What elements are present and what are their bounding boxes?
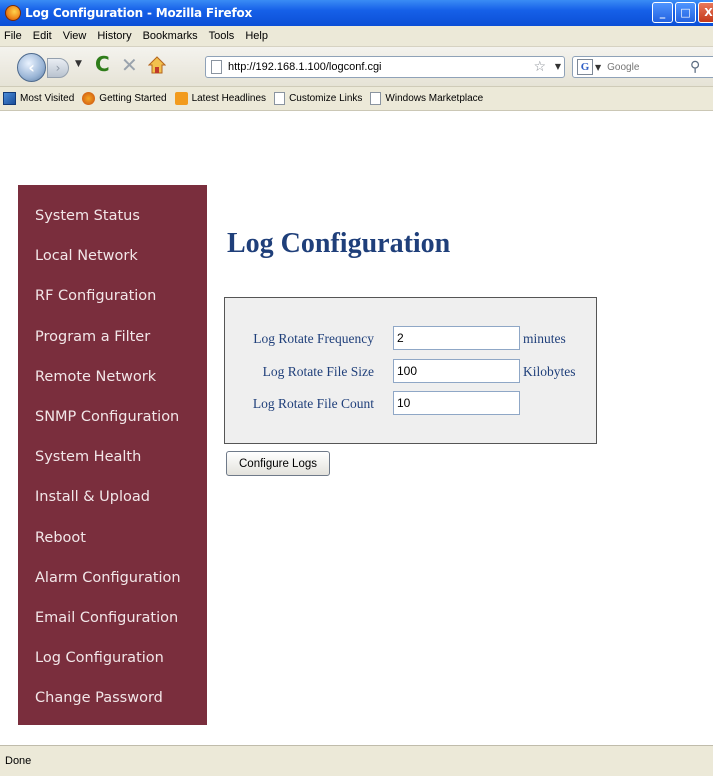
url-input[interactable] xyxy=(228,61,498,73)
page-icon xyxy=(274,92,286,105)
bookmark-latest-headlines[interactable]: Latest Headlines xyxy=(174,92,267,105)
sidebar-item-snmp-configuration[interactable]: SNMP Configuration xyxy=(18,404,207,444)
file-count-input[interactable] xyxy=(393,391,520,415)
window-controls: _ □ X xyxy=(652,2,713,23)
menu-view[interactable]: View xyxy=(63,30,87,42)
navigation-toolbar: ‹ › ▼ C ✕ ☆ ▼ G ▼ ⚲ xyxy=(0,47,713,87)
page-title: Log Configuration xyxy=(227,228,451,259)
address-bar[interactable]: ☆ ▼ xyxy=(205,56,565,78)
forward-button[interactable]: › xyxy=(47,58,69,78)
menu-help[interactable]: Help xyxy=(245,30,268,42)
field-row-file-size: Log Rotate File Size Kilobytes xyxy=(225,359,596,385)
sidebar-item-rf-configuration[interactable]: RF Configuration xyxy=(18,283,207,323)
sidebar-item-program-a-filter[interactable]: Program a Filter xyxy=(18,324,207,364)
search-engine-dropdown-icon[interactable]: ▼ xyxy=(595,63,601,72)
sidebar-item-system-health[interactable]: System Health xyxy=(18,444,207,484)
configure-logs-button[interactable]: Configure Logs xyxy=(226,451,330,476)
sidebar-item-local-network[interactable]: Local Network xyxy=(18,243,207,283)
menu-history[interactable]: History xyxy=(97,30,131,42)
sidebar-item-reboot[interactable]: Reboot xyxy=(18,525,207,565)
menu-edit[interactable]: Edit xyxy=(33,30,52,42)
frequency-input[interactable] xyxy=(393,326,520,350)
menu-tools[interactable]: Tools xyxy=(209,30,235,42)
firefox-bookmark-icon xyxy=(82,92,96,105)
page-content: System Status Local Network RF Configura… xyxy=(0,112,713,745)
url-dropdown-icon[interactable]: ▼ xyxy=(555,62,561,71)
bookmark-customize-links[interactable]: Customize Links xyxy=(274,92,362,105)
sidebar-item-change-password[interactable]: Change Password xyxy=(18,685,207,725)
maximize-button[interactable]: □ xyxy=(675,2,696,23)
bookmark-star-icon[interactable]: ☆ xyxy=(533,59,546,75)
sidebar-item-email-configuration[interactable]: Email Configuration xyxy=(18,605,207,645)
home-icon[interactable] xyxy=(148,56,166,74)
bookmark-label: Getting Started xyxy=(99,93,167,104)
bookmark-windows-marketplace[interactable]: Windows Marketplace xyxy=(370,92,483,105)
bookmark-label: Windows Marketplace xyxy=(385,93,484,104)
back-button[interactable]: ‹ xyxy=(17,53,46,82)
file-count-label: Log Rotate File Count xyxy=(252,396,374,411)
log-config-form: Log Rotate Frequency minutes Log Rotate … xyxy=(224,297,597,444)
page-icon xyxy=(370,92,382,105)
search-input[interactable] xyxy=(607,61,688,73)
sidebar-item-remote-network[interactable]: Remote Network xyxy=(18,364,207,404)
stop-icon[interactable]: ✕ xyxy=(121,53,138,77)
field-row-file-count: Log Rotate File Count xyxy=(225,391,596,417)
field-row-frequency: Log Rotate Frequency minutes xyxy=(225,326,596,352)
menu-bookmarks[interactable]: Bookmarks xyxy=(143,30,198,42)
frequency-label: Log Rotate Frequency xyxy=(253,331,374,346)
most-visited-icon xyxy=(3,92,16,105)
bookmarks-toolbar: Most Visited Getting Started Latest Head… xyxy=(0,87,713,111)
reload-icon[interactable]: C xyxy=(95,52,110,76)
window-title: Log Configuration - Mozilla Firefox xyxy=(25,6,253,20)
sidebar-nav: System Status Local Network RF Configura… xyxy=(18,185,207,725)
status-bar: Done xyxy=(0,745,713,776)
bookmark-most-visited[interactable]: Most Visited xyxy=(3,92,74,105)
bookmark-label: Most Visited xyxy=(20,93,75,104)
sidebar-item-install-upload[interactable]: Install & Upload xyxy=(18,484,207,524)
history-dropdown-icon[interactable]: ▼ xyxy=(75,59,82,69)
bookmark-label: Customize Links xyxy=(289,93,363,104)
google-icon[interactable]: G xyxy=(577,59,593,75)
firefox-icon xyxy=(5,5,21,21)
forward-arrow-icon: › xyxy=(55,61,61,75)
sidebar-item-alarm-configuration[interactable]: Alarm Configuration xyxy=(18,565,207,605)
rss-icon xyxy=(174,92,188,105)
frequency-unit: minutes xyxy=(523,331,566,346)
status-text: Done xyxy=(5,755,32,767)
close-button[interactable]: X xyxy=(698,2,713,23)
menu-bar: File Edit View History Bookmarks Tools H… xyxy=(0,26,713,47)
bookmark-label: Latest Headlines xyxy=(191,93,267,104)
file-size-label: Log Rotate File Size xyxy=(262,364,374,379)
bookmark-getting-started[interactable]: Getting Started xyxy=(82,92,167,105)
file-size-unit: Kilobytes xyxy=(523,364,576,379)
window-titlebar: Log Configuration - Mozilla Firefox _ □ … xyxy=(0,0,713,26)
page-icon xyxy=(211,60,222,74)
sidebar-item-log-configuration[interactable]: Log Configuration xyxy=(18,645,207,685)
sidebar-item-system-status[interactable]: System Status xyxy=(18,203,207,243)
back-arrow-icon: ‹ xyxy=(28,58,35,77)
minimize-button[interactable]: _ xyxy=(652,2,673,23)
menu-file[interactable]: File xyxy=(4,30,22,42)
file-size-input[interactable] xyxy=(393,359,520,383)
search-icon[interactable]: ⚲ xyxy=(690,59,700,75)
